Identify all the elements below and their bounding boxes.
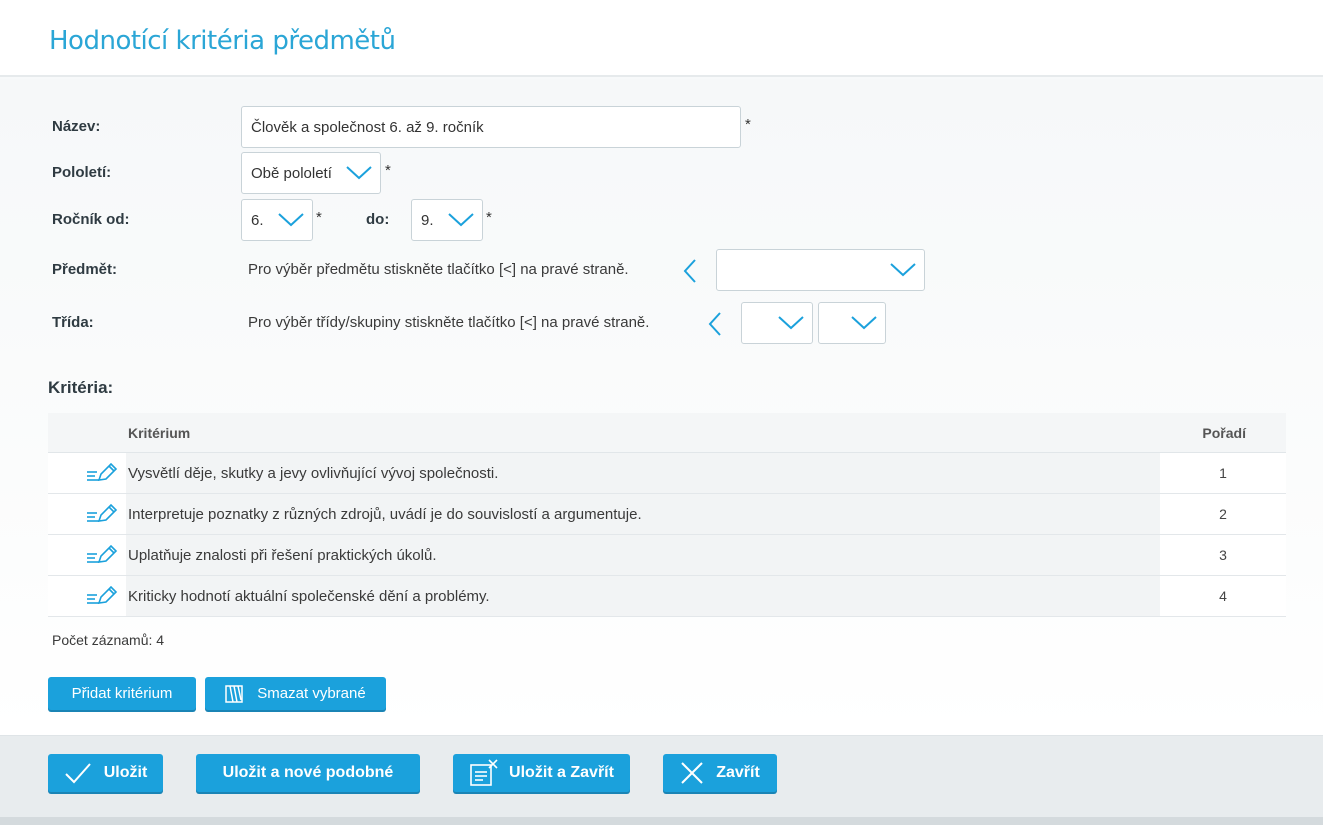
table-row[interactable]: Kriticky hodnotí aktuální společenské dě… [48,576,1286,617]
add-criterion-button[interactable]: Přidat kritérium [48,677,196,710]
chevron-down-icon [851,316,877,330]
grade-from-select[interactable]: 6. [241,199,313,241]
semester-label: Pololetí: [52,164,112,181]
table-header: Kritérium Pořadí [48,413,1286,453]
record-count: Počet záznamů: 4 [52,632,165,648]
name-label: Název: [52,118,101,135]
criteria-table: Kritérium Pořadí Vysvětlí děje, skutky a… [48,413,1286,617]
required-mark: * [385,162,391,179]
criterion-order: 4 [1219,588,1227,604]
save-new-button[interactable]: Uložit a nové podobné [196,754,420,792]
save-close-label: Uložit a Zavřít [509,764,614,781]
edit-button[interactable] [48,576,126,616]
grade-from-value: 6. [251,211,264,229]
add-criterion-label: Přidat kritérium [71,685,173,702]
edit-button[interactable] [48,494,126,534]
save-close-icon [470,759,498,786]
close-button[interactable]: Zavřít [663,754,777,792]
subject-select[interactable] [716,249,925,291]
table-row[interactable]: Interpretuje poznatky z různých zdrojů, … [48,494,1286,535]
criterion-order: 3 [1219,547,1227,563]
criterion-text: Kriticky hodnotí aktuální společenské dě… [126,576,1160,616]
criterion-order: 1 [1219,465,1227,481]
chevron-down-icon [278,213,304,227]
page-title: Hodnotící kritéria předmětů [49,26,396,56]
edit-button[interactable] [48,535,126,575]
name-input[interactable]: Člověk a společnost 6. až 9. ročník [241,106,741,148]
subject-hint: Pro výběr předmětu stiskněte tlačítko [<… [248,261,629,278]
criterion-text: Interpretuje poznatky z různých zdrojů, … [126,494,1160,534]
criterion-text: Uplatňuje znalosti při řešení praktickýc… [126,535,1160,575]
required-mark: * [745,116,751,133]
column-header-order[interactable]: Pořadí [1202,425,1246,441]
criterion-order: 2 [1219,506,1227,522]
save-close-button[interactable]: Uložit a Zavřít [453,754,630,792]
required-mark: * [316,209,322,226]
edit-pencil-icon [87,545,118,563]
edit-pencil-icon [87,586,118,604]
class-label: Třída: [52,314,94,331]
semester-select[interactable]: Obě pololetí [241,152,381,194]
chevron-left-icon[interactable] [708,312,722,336]
grade-to-select[interactable]: 9. [411,199,483,241]
check-icon [65,763,91,784]
semester-select-value: Obě pololetí [251,164,332,182]
criteria-title: Kritéria: [48,378,114,397]
name-input-value: Člověk a společnost 6. až 9. ročník [251,118,484,136]
grade-to-value: 9. [421,211,434,229]
chevron-down-icon [778,316,804,330]
bottom-strip [0,817,1323,825]
edit-pencil-icon [87,504,118,522]
grade-to-label: do: [366,211,390,228]
delete-icon [225,684,244,703]
save-button[interactable]: Uložit [48,754,163,792]
class-select[interactable] [741,302,813,344]
close-label: Zavřít [716,764,760,781]
edit-pencil-icon [87,463,118,481]
chevron-down-icon [448,213,474,227]
grade-from-label: Ročník od: [52,211,130,228]
chevron-down-icon [890,263,916,277]
page-header: Hodnotící kritéria předmětů [0,0,1323,77]
chevron-left-icon[interactable] [683,259,697,283]
delete-selected-label: Smazat vybrané [257,685,366,702]
column-header-criterion[interactable]: Kritérium [128,425,190,441]
table-row[interactable]: Vysvětlí děje, skutky a jevy ovlivňující… [48,453,1286,494]
subject-label: Předmět: [52,261,118,278]
group-select[interactable] [818,302,886,344]
table-row[interactable]: Uplatňuje znalosti při řešení praktickýc… [48,535,1286,576]
main-content [0,79,1323,735]
delete-selected-button[interactable]: Smazat vybrané [205,677,386,710]
chevron-down-icon [346,166,372,180]
required-mark: * [486,209,492,226]
edit-button[interactable] [48,453,126,493]
save-label: Uložit [103,764,148,781]
criterion-text: Vysvětlí děje, skutky a jevy ovlivňující… [126,453,1160,493]
close-icon [681,762,703,784]
class-hint: Pro výběr třídy/skupiny stiskněte tlačít… [248,314,650,331]
save-new-label: Uložit a nové podobné [222,764,394,781]
